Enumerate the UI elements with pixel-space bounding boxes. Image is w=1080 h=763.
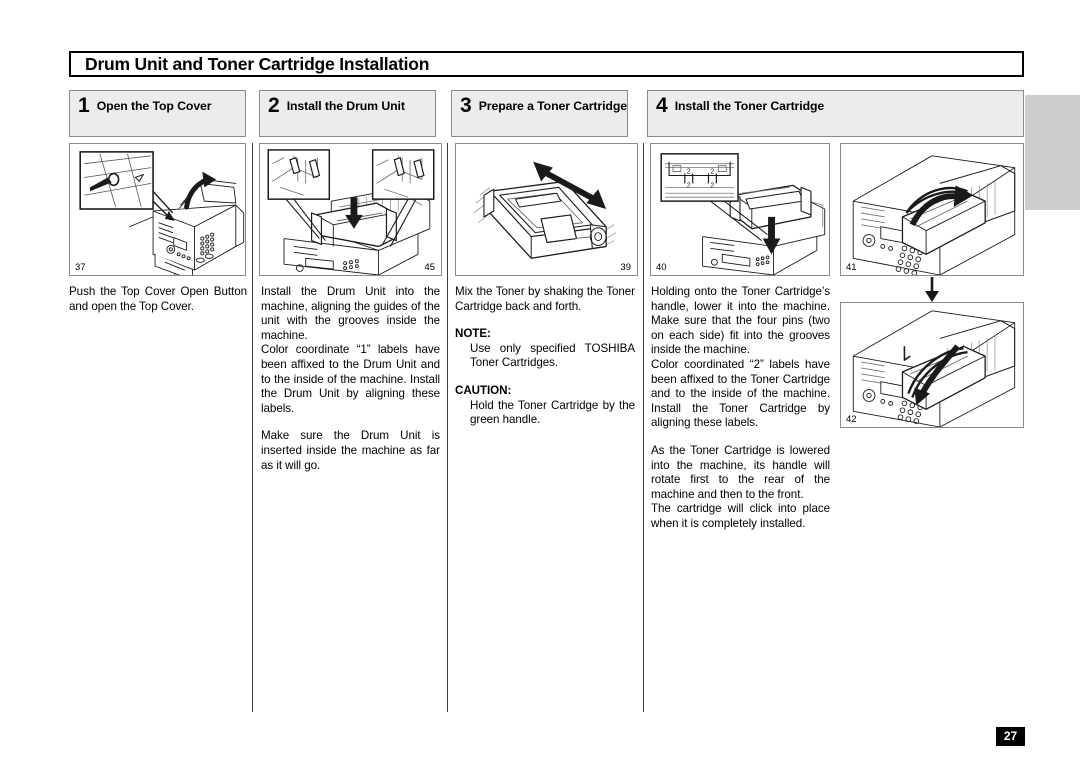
figure-40: 2 2 2 2 40: [650, 143, 830, 276]
note-body: Use only specified TOSHIBA Toner Cartrid…: [470, 341, 635, 370]
figure-number-41: 41: [846, 262, 857, 273]
figure-number-45: 45: [424, 262, 435, 273]
figure-37-illustration: [79, 151, 245, 275]
step-header-1: 1 Open the Top Cover: [69, 90, 246, 137]
step-header-4: 4 Install the Toner Cartridge: [647, 90, 1024, 137]
paragraph: Color coordinate “1” labels have been af…: [261, 343, 440, 415]
paragraph: As the Toner Cartridge is lowered into t…: [651, 443, 830, 501]
step-label-1: Open the Top Cover: [96, 99, 212, 113]
figure-number-40: 40: [656, 262, 667, 273]
figure-42: 42: [840, 302, 1024, 428]
paragraph: Push the Top Cover Open Button and open …: [69, 285, 247, 313]
page-title-bar: Drum Unit and Toner Cartridge Installati…: [69, 51, 1024, 77]
figure-41-illustration: [852, 155, 1016, 275]
paragraph: Install the Drum Unit into the machine, …: [261, 285, 440, 342]
figure-37: 37: [69, 143, 246, 276]
paragraph: Make sure the Drum Unit is inserted insi…: [261, 429, 440, 472]
step-header-2: 2 Install the Drum Unit: [259, 90, 436, 137]
paragraph: The cartridge will click into place when…: [651, 502, 830, 530]
figure-number-42: 42: [846, 414, 857, 425]
step-4-text-column: Holding onto the Toner Cartridge’s handl…: [651, 285, 830, 532]
column-divider-3: [643, 143, 644, 712]
step-2-text-column: Install the Drum Unit into the machine, …: [261, 285, 440, 473]
figure-flow-arrow: [925, 277, 939, 302]
section-thumb-tab: [1025, 95, 1080, 210]
page-number: 27: [996, 727, 1025, 746]
paragraph: Holding onto the Toner Cartridge’s handl…: [651, 285, 830, 357]
figure-42-illustration: [852, 310, 1016, 427]
figure-45: 45: [259, 143, 442, 276]
page-title: Drum Unit and Toner Cartridge Installati…: [85, 54, 430, 74]
step-number-3: 3: [460, 94, 472, 117]
figure-39-illustration: [473, 161, 617, 259]
figure-45-illustration: [267, 149, 435, 275]
figure-number-39: 39: [620, 262, 631, 273]
paragraph: Color coordinated “2” labels have been a…: [651, 357, 830, 430]
figure-39: 39: [455, 143, 638, 276]
step-number-2: 2: [268, 94, 280, 117]
step-header-row: 1 Open the Top Cover 2 Install the Drum …: [69, 90, 1024, 137]
note-label: NOTE:: [455, 327, 491, 341]
column-divider-2: [447, 143, 448, 712]
caution-body: Hold the Toner Cartridge by the green ha…: [470, 398, 635, 427]
svg-text:2: 2: [687, 169, 691, 176]
step-header-3: 3 Prepare a Toner Cartridge: [451, 90, 628, 137]
figure-40-illustration: 2 2 2 2: [660, 153, 826, 275]
caution-label: CAUTION:: [455, 383, 512, 397]
manual-page: Drum Unit and Toner Cartridge Installati…: [0, 0, 1080, 763]
figure-number-37: 37: [75, 262, 86, 273]
step-label-4: Install the Toner Cartridge: [674, 99, 825, 113]
step-number-4: 4: [656, 94, 668, 117]
step-number-1: 1: [78, 94, 90, 117]
step-3-text-column: Mix the Toner by shaking the Toner Cartr…: [455, 285, 635, 428]
step-label-3: Prepare a Toner Cartridge: [478, 99, 627, 113]
svg-text:2: 2: [710, 169, 714, 176]
svg-text:2: 2: [687, 182, 691, 189]
svg-text:2: 2: [710, 182, 714, 189]
step-1-text-column: Push the Top Cover Open Button and open …: [69, 285, 247, 314]
paragraph: Mix the Toner by shaking the Toner Cartr…: [455, 285, 635, 313]
column-divider-1: [252, 143, 253, 712]
figure-41: 41: [840, 143, 1024, 276]
step-label-2: Install the Drum Unit: [286, 99, 405, 113]
